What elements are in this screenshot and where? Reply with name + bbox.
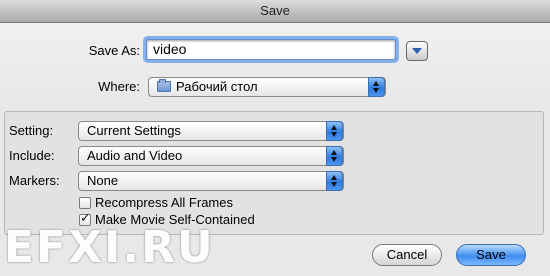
watermark: EFXI.RU (4, 222, 215, 273)
folder-icon (157, 79, 171, 92)
recompress-checkbox[interactable] (79, 196, 91, 209)
popup-arrows-icon (368, 77, 385, 97)
include-value: Audio and Video (87, 148, 183, 163)
save-button[interactable]: Save (456, 244, 526, 266)
where-popup[interactable]: Рабочий стол (148, 77, 386, 97)
markers-label: Markers: (9, 173, 60, 188)
popup-arrows-icon (326, 171, 343, 191)
setting-value: Current Settings (87, 123, 181, 138)
where-value: Рабочий стол (176, 79, 258, 94)
setting-label: Setting: (9, 123, 54, 138)
markers-popup[interactable]: None (78, 171, 344, 191)
recompress-label: Recompress All Frames (95, 195, 233, 210)
popup-arrows-icon (326, 121, 343, 141)
save-header-panel (0, 23, 550, 111)
cancel-button[interactable]: Cancel (372, 244, 442, 266)
chevron-down-icon (412, 48, 422, 54)
where-label: Where: (98, 79, 140, 94)
filename-input[interactable] (146, 39, 396, 60)
setting-popup[interactable]: Current Settings (78, 121, 344, 141)
include-label: Include: (9, 148, 55, 163)
recompress-row[interactable]: Recompress All Frames (79, 195, 233, 210)
markers-value: None (87, 173, 119, 188)
window-title: Save (0, 0, 550, 23)
save-as-label: Save As: (88, 43, 140, 58)
expand-browser-button[interactable] (406, 41, 428, 61)
include-popup[interactable]: Audio and Video (78, 146, 344, 166)
popup-arrows-icon (326, 146, 343, 166)
